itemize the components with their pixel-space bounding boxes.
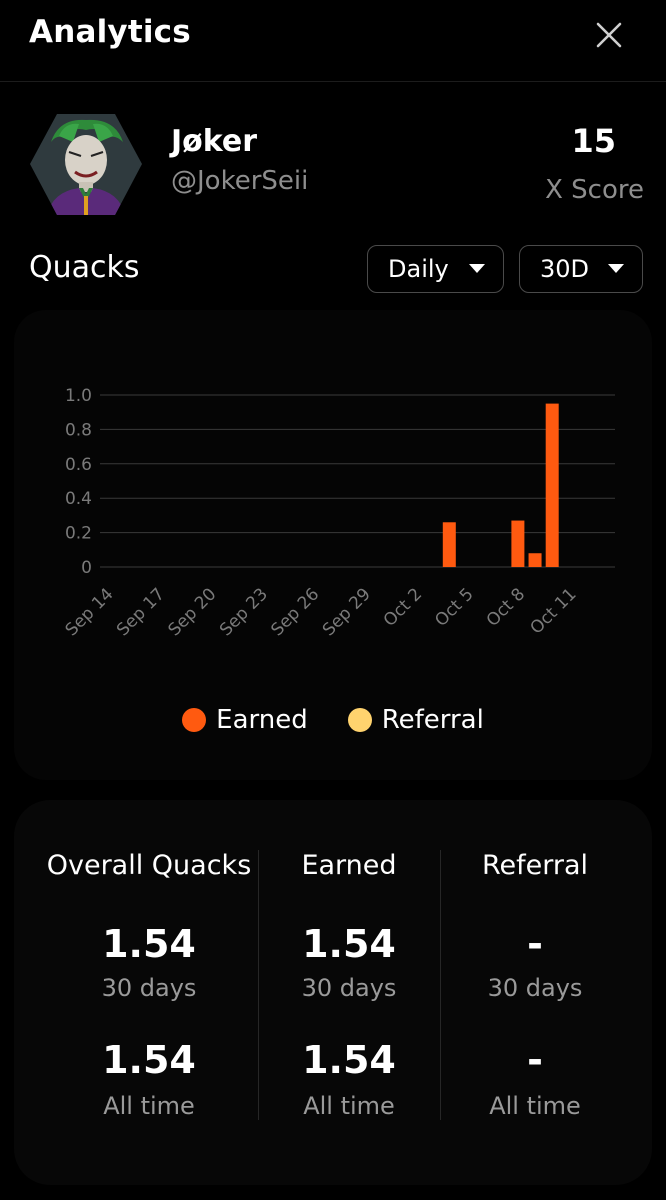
stat-overall-30d-label: 30 days (101, 974, 197, 1002)
stat-overall-all-value: 1.54 (102, 1038, 196, 1082)
stat-earned: Earned 1.54 30 days 1.54 All time (258, 850, 440, 1120)
x-tick-label: Sep 20 (165, 584, 221, 640)
stat-overall-title: Overall Quacks (46, 850, 252, 881)
stat-referral: Referral - 30 days - All time (440, 850, 630, 1120)
legend-referral-label: Referral (381, 705, 484, 735)
stat-earned-all-label: All time (303, 1092, 395, 1120)
earned-dot-icon (182, 708, 207, 732)
stat-referral-all-label: All time (489, 1092, 581, 1120)
x-tick-label: Sep 29 (319, 584, 375, 640)
analytics-screen: Analytics Jøker @JokerSeii 15 X Score Qu… (0, 0, 666, 1200)
stat-overall-30d-value: 1.54 (102, 922, 196, 966)
x-tick-label: Sep 17 (113, 584, 169, 640)
stat-referral-title: Referral (481, 850, 589, 881)
y-tick-label: 0.8 (65, 420, 92, 440)
legend-item-referral[interactable]: Referral (347, 705, 484, 735)
chart-bar-earned[interactable] (442, 522, 456, 567)
chart-bar-earned[interactable] (528, 553, 542, 567)
y-tick-label: 0.4 (65, 489, 92, 509)
x-tick-label: Oct 8 (483, 584, 529, 630)
stat-earned-30d-value: 1.54 (302, 922, 396, 966)
stat-overall-all-label: All time (103, 1092, 195, 1120)
x-tick-label: Sep 23 (216, 584, 272, 640)
stat-referral-all-value: - (527, 1038, 543, 1082)
referral-dot-icon (347, 708, 372, 732)
stat-referral-30d-value: - (527, 922, 543, 966)
chart-bar-earned[interactable] (545, 403, 559, 567)
x-tick-label: Sep 26 (267, 584, 323, 640)
stat-earned-all-value: 1.54 (302, 1038, 396, 1082)
x-tick-label: Sep 14 (62, 584, 118, 640)
y-tick-label: 1.0 (65, 386, 92, 406)
quacks-bar-chart: 0 0.2 0.4 0.6 0.8 1.0 Sep 14Sep 17Sep 20Sep 23… (62, 386, 615, 640)
y-tick-label: 0.6 (65, 455, 92, 475)
stat-earned-title: Earned (301, 850, 397, 881)
y-tick-label: 0.2 (65, 524, 92, 544)
chart-legend: Earned Referral (0, 700, 666, 740)
x-tick-label: Oct 5 (431, 584, 477, 630)
stat-overall: Overall Quacks 1.54 30 days 1.54 All tim… (40, 850, 258, 1120)
y-tick-label: 0 (81, 558, 92, 578)
stat-referral-30d-label: 30 days (487, 974, 583, 1002)
x-tick-label: Oct 11 (527, 584, 581, 638)
legend-earned-label: Earned (216, 705, 308, 735)
legend-item-earned[interactable]: Earned (182, 705, 308, 735)
stat-earned-30d-label: 30 days (301, 974, 397, 1002)
chart-bar-earned[interactable] (511, 520, 525, 567)
x-tick-label: Oct 2 (380, 584, 426, 630)
